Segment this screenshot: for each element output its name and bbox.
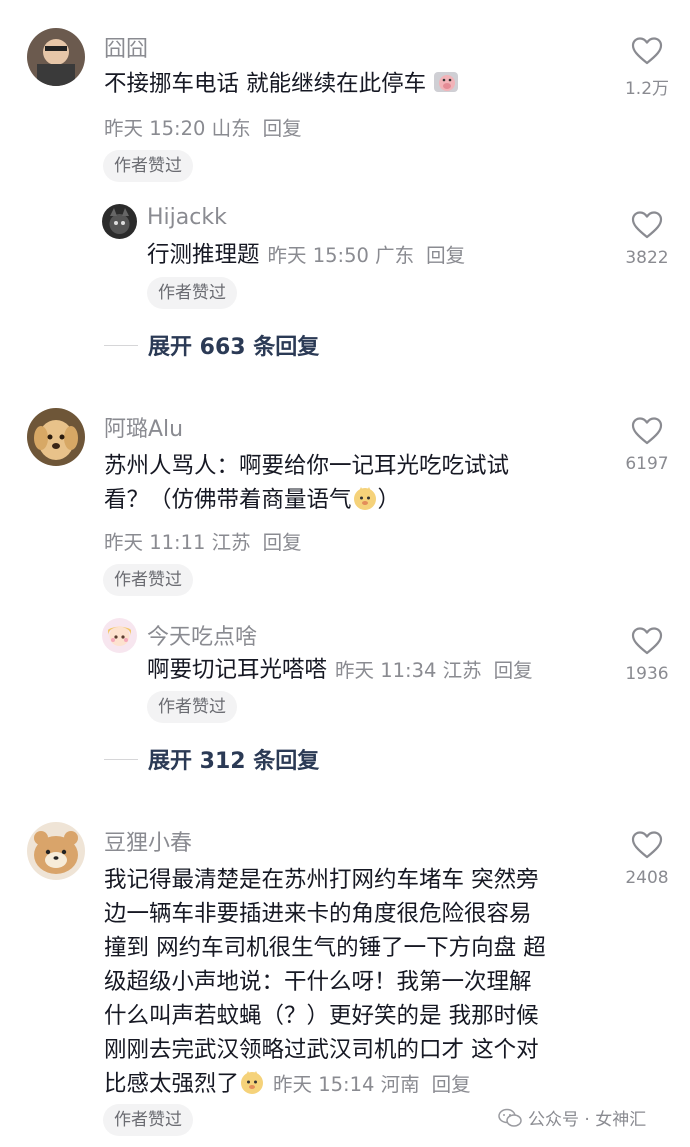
like-count: 6197 xyxy=(625,454,669,474)
heart-icon xyxy=(631,37,663,65)
comment-text: 不接挪车电话 就能继续在此停车 xyxy=(104,67,459,101)
author-liked-badge: 作者赞过 xyxy=(103,564,193,596)
comment-line: 苏州人骂人：啊要给你一记耳光吃吃试试 xyxy=(104,453,510,479)
heart-icon xyxy=(631,831,663,859)
divider-line xyxy=(104,758,138,760)
reply-username[interactable]: 今天吃点啥 xyxy=(147,619,257,651)
comment-line: 刚刚去完武汉领略过武汉司机的口才 这个对 xyxy=(104,1037,539,1063)
divider-line xyxy=(104,344,138,346)
comment-meta: 昨天 15:20 山东 回复 xyxy=(104,112,302,141)
reply-avatar[interactable] xyxy=(102,618,137,653)
reply-button[interactable]: 回复 xyxy=(426,244,465,267)
comment-line: 看？（仿佛带着商量语气） xyxy=(104,485,401,513)
reply-content: 啊要切记耳光嗒嗒 xyxy=(147,657,328,683)
expand-replies-label: 展开 312 条回复 xyxy=(148,749,320,774)
avatar[interactable] xyxy=(27,28,85,86)
comment-line: 我记得最清楚是在苏州打网约车堵车 突然旁 xyxy=(104,867,539,893)
comment-meta: 昨天 15:14 河南 回复 xyxy=(273,1073,471,1096)
reply-content: 行测推理题 xyxy=(147,242,260,268)
wechat-icon xyxy=(498,1108,522,1127)
expand-replies-label: 展开 663 条回复 xyxy=(148,335,320,360)
avatar[interactable] xyxy=(27,822,85,880)
reply-text: 啊要切记耳光嗒嗒 昨天 11:34 江苏 回复 xyxy=(147,653,533,688)
reply-button[interactable]: 回复 xyxy=(432,1073,471,1096)
like-count: 1.2万 xyxy=(624,79,670,99)
watermark: 公众号 · 女神汇 xyxy=(498,1105,646,1130)
comment-line: 不接挪车电话 就能继续在此停车 xyxy=(104,71,427,97)
reply-avatar[interactable] xyxy=(102,204,137,239)
heart-icon xyxy=(631,627,663,655)
like-button[interactable]: 3822 xyxy=(612,210,682,268)
avatar[interactable] xyxy=(27,408,85,466)
pig-emoji-icon xyxy=(433,69,459,95)
like-count: 1936 xyxy=(625,664,669,684)
timestamp-location: 昨天 15:14 河南 xyxy=(273,1073,420,1096)
reply-meta: 昨天 11:34 江苏 回复 xyxy=(335,659,533,682)
reply-button[interactable]: 回复 xyxy=(263,117,302,140)
reply-button[interactable]: 回复 xyxy=(494,659,533,682)
reply-username[interactable]: Hijackk xyxy=(147,205,227,230)
username[interactable]: 豆狸小春 xyxy=(104,825,192,857)
watermark-text: 公众号 · 女神汇 xyxy=(528,1110,647,1130)
heart-icon xyxy=(631,211,663,239)
author-liked-badge: 作者赞过 xyxy=(147,691,237,723)
username[interactable]: 阿璐Alu xyxy=(104,411,183,443)
comment-meta: 昨天 11:11 江苏 回复 xyxy=(104,526,302,555)
reply-button[interactable]: 回复 xyxy=(263,531,302,554)
comment-text: 苏州人骂人：啊要给你一记耳光吃吃试试 看？（仿佛带着商量语气） xyxy=(104,449,509,517)
like-button[interactable]: 1.2万 xyxy=(612,36,682,99)
like-button[interactable]: 1936 xyxy=(612,626,682,684)
comment-line: 撞到 网约车司机很生气的锤了一下方向盘 超 xyxy=(104,935,546,961)
dog-emoji-icon xyxy=(352,485,378,511)
like-button[interactable]: 2408 xyxy=(612,830,682,888)
comment-line: 级超级小声地说：干什么呀！我第一次理解 xyxy=(104,969,532,995)
timestamp-location: 昨天 15:50 广东 xyxy=(267,244,415,267)
like-count: 3822 xyxy=(625,248,669,268)
heart-icon xyxy=(631,417,663,445)
dog-emoji-icon xyxy=(239,1069,265,1095)
expand-replies-button[interactable]: 展开 312 条回复 xyxy=(104,744,319,774)
like-button[interactable]: 6197 xyxy=(612,416,682,474)
like-count: 2408 xyxy=(625,868,669,888)
expand-replies-button[interactable]: 展开 663 条回复 xyxy=(104,330,319,360)
username[interactable]: 囧囧 xyxy=(104,31,148,63)
author-liked-badge: 作者赞过 xyxy=(103,150,193,182)
reply-text: 行测推理题 昨天 15:50 广东 回复 xyxy=(147,238,465,273)
author-liked-badge: 作者赞过 xyxy=(103,1104,193,1136)
comment-line: 边一辆车非要插进来卡的角度很危险很容易 xyxy=(104,901,532,927)
timestamp-location: 昨天 15:20 山东 xyxy=(104,117,251,140)
timestamp-location: 昨天 11:34 江苏 xyxy=(335,659,482,682)
author-liked-badge: 作者赞过 xyxy=(147,277,237,309)
reply-meta: 昨天 15:50 广东 回复 xyxy=(268,244,466,267)
timestamp-location: 昨天 11:11 江苏 xyxy=(104,531,251,554)
comment-line: 比感太强烈了 昨天 15:14 河南 回复 xyxy=(104,1069,471,1097)
comment-line: 什么叫声若蚊蝇（？）更好笑的是 我那时候 xyxy=(104,1003,539,1029)
comment-text: 我记得最清楚是在苏州打网约车堵车 突然旁 边一辆车非要插进来卡的角度很危险很容易… xyxy=(104,863,546,1102)
